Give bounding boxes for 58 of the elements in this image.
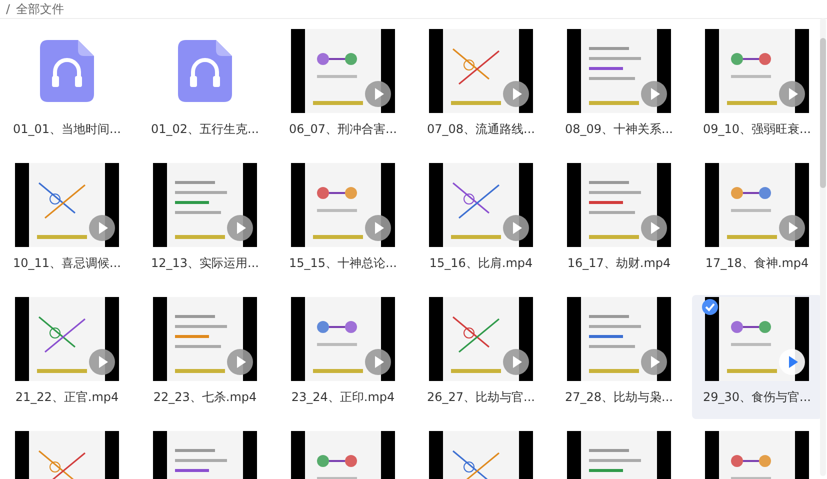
play-icon[interactable] [365, 349, 391, 375]
file-name: 23_24、正印.mp4 [291, 389, 395, 406]
file-tile[interactable]: 21_22、正官.mp4 [2, 295, 132, 419]
file-tile[interactable]: 08_09、十神关系... [554, 27, 684, 151]
play-icon[interactable] [89, 215, 115, 241]
play-icon[interactable] [779, 81, 805, 107]
file-tile[interactable]: 16_17、劫财.mp4 [554, 161, 684, 285]
file-tile[interactable]: 12_13、实际运用... [140, 161, 270, 285]
play-icon[interactable] [503, 81, 529, 107]
file-name: 16_17、劫财.mp4 [567, 255, 671, 272]
breadcrumb-item[interactable]: 全部文件 [16, 0, 64, 18]
file-tile[interactable]: 09_10、强弱旺衰... [692, 27, 822, 151]
file-name: 27_28、比劫与枭... [565, 389, 673, 406]
file-tile[interactable]: 10_11、喜忌调候... [2, 161, 132, 285]
check-icon[interactable] [702, 299, 718, 315]
audio-file-icon [178, 40, 232, 102]
file-tile[interactable]: 23_24、正印.mp4 [278, 295, 408, 419]
file-tile[interactable]: 27_28、比劫与枭... [554, 295, 684, 419]
file-name: 15_15、十神总论... [289, 255, 397, 272]
file-name: 01_01、当地时间... [13, 121, 121, 138]
play-icon[interactable] [503, 349, 529, 375]
file-name: 22_23、七杀.mp4 [153, 389, 257, 406]
file-tile[interactable]: 17_18、食神.mp4 [692, 161, 822, 285]
file-tile[interactable]: 22_23、七杀.mp4 [140, 295, 270, 419]
file-name: 12_13、实际运用... [151, 255, 259, 272]
play-icon[interactable] [503, 215, 529, 241]
breadcrumb-separator: / [6, 2, 10, 16]
file-tile[interactable]: 07_08、流通路线... [416, 27, 546, 151]
file-name: 29_30、食伤与官... [703, 389, 811, 406]
play-icon[interactable] [227, 349, 253, 375]
file-name: 17_18、食神.mp4 [705, 255, 809, 272]
file-name: 09_10、强弱旺衰... [703, 121, 811, 138]
file-tile[interactable]: 26_27、比劫与官... [416, 295, 546, 419]
file-tile[interactable]: 01_01、当地时间... [2, 27, 132, 151]
file-tile[interactable]: 01_02、五行生克... [140, 27, 270, 151]
play-icon[interactable] [641, 349, 667, 375]
play-icon[interactable] [365, 215, 391, 241]
file-name: 21_22、正官.mp4 [15, 389, 119, 406]
file-tile[interactable]: 29_30、食伤与官... [692, 295, 822, 419]
file-name: 06_07、刑冲合害... [289, 121, 397, 138]
audio-file-icon [40, 40, 94, 102]
file-tile[interactable]: 15_16、比肩.mp4 [416, 161, 546, 285]
play-icon[interactable] [641, 215, 667, 241]
scrollbar[interactable] [820, 18, 826, 476]
play-icon[interactable] [227, 215, 253, 241]
play-icon[interactable] [641, 81, 667, 107]
play-icon[interactable] [779, 215, 805, 241]
play-icon[interactable] [779, 349, 805, 375]
file-name: 07_08、流通路线... [427, 121, 535, 138]
file-name: 10_11、喜忌调候... [13, 255, 121, 272]
play-icon[interactable] [365, 81, 391, 107]
play-icon[interactable] [89, 349, 115, 375]
file-name: 15_16、比肩.mp4 [429, 255, 533, 272]
file-tile[interactable]: 15_15、十神总论... [278, 161, 408, 285]
file-name: 08_09、十神关系... [565, 121, 673, 138]
file-tile[interactable]: 06_07、刑冲合害... [278, 27, 408, 151]
file-name: 01_02、五行生克... [151, 121, 259, 138]
file-name: 26_27、比劫与官... [427, 389, 535, 406]
